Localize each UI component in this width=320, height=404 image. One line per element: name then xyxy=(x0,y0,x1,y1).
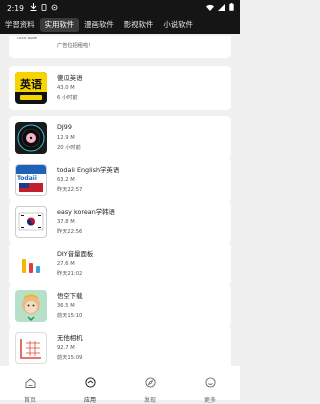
app-time: 20 小时前 xyxy=(57,145,81,151)
status-bar: 2:19 xyxy=(0,0,240,16)
tab-study[interactable]: 学習资料 xyxy=(0,18,40,32)
app-list-item[interactable]: DIY音量面板 27.6 M 昨天21:02 xyxy=(9,242,231,286)
app-time: 前天15:10 xyxy=(57,313,83,319)
app-size: 92.7 M xyxy=(57,345,75,351)
nav-more[interactable]: 更多 xyxy=(190,366,230,404)
app-name: todaii English学英语 xyxy=(57,166,120,174)
todaii-english-icon: Todaii xyxy=(15,164,47,196)
volume-bars-icon xyxy=(15,248,47,280)
camera-grid-icon xyxy=(15,332,47,364)
signal-icon xyxy=(218,3,225,13)
apps-icon xyxy=(84,373,96,392)
tab-video[interactable]: 影视软件 xyxy=(119,18,159,32)
profile-icon xyxy=(204,373,216,392)
app-size: 63.2 M xyxy=(57,177,75,183)
notification-icon xyxy=(41,3,47,13)
ad-text: 广告位招租啦！ xyxy=(57,43,94,49)
app-size: 37.8 M xyxy=(57,219,75,225)
tab-comics[interactable]: 漫画软件 xyxy=(79,18,119,32)
app-list-item[interactable]: 英语 傻瓜英语 43.0 M 6 小时前 xyxy=(9,66,231,110)
app-list-item[interactable]: Todaii todaii English学英语 63.2 M 昨天22:57 xyxy=(9,158,231,202)
download-icon xyxy=(30,3,37,13)
status-time: 2:19 xyxy=(7,3,24,13)
wukong-download-icon xyxy=(15,290,47,322)
app-name: 无他相机 xyxy=(57,334,83,342)
app-name: DJ99 xyxy=(57,123,72,131)
ad-logo: LOGO NAME xyxy=(17,36,38,40)
app-list-item[interactable]: easy korean学韩语 37.8 M 昨天22:56 xyxy=(9,200,231,244)
wifi-icon xyxy=(206,4,214,13)
dj-record-icon xyxy=(15,122,47,154)
app-time: 6 小时前 xyxy=(57,95,78,101)
sync-icon xyxy=(51,4,58,13)
app-name: DIY音量面板 xyxy=(57,250,94,258)
tab-novels[interactable]: 小说软件 xyxy=(158,18,198,32)
app-size: 36.5 M xyxy=(57,303,75,309)
app-list-item[interactable]: 无他相机 92.7 M 前天15:09 xyxy=(9,326,231,366)
home-icon xyxy=(25,373,36,392)
app-time: 昨天22:56 xyxy=(57,229,83,235)
category-tabs: 学習资料 实用软件 漫画软件 影视软件 小说软件 xyxy=(0,16,240,34)
app-size: 27.6 M xyxy=(57,261,75,267)
app-time: 昨天21:02 xyxy=(57,271,83,277)
app-name: easy korean学韩语 xyxy=(57,208,115,216)
app-name: 悟空下载 xyxy=(57,292,83,300)
bottom-nav: 首页 应用 发现 更多 xyxy=(0,366,240,404)
app-name: 傻瓜英语 xyxy=(57,74,83,82)
app-list-item[interactable]: 悟空下载 36.5 M 前天15:10 xyxy=(9,284,231,328)
app-size: 43.0 M xyxy=(57,85,75,91)
app-size: 12.9 M xyxy=(57,135,75,141)
nav-home[interactable]: 首页 xyxy=(10,366,50,404)
nav-apps[interactable]: 应用 xyxy=(70,366,110,404)
app-list[interactable]: LOGO NAME 广告位招租啦！ 英语 傻瓜英语 43.0 M 6 小时前 D… xyxy=(0,36,240,366)
battery-icon xyxy=(229,3,234,13)
app-time: 前天15:09 xyxy=(57,355,83,361)
korean-flag-icon xyxy=(15,206,47,238)
ad-card[interactable]: LOGO NAME 广告位招租啦！ xyxy=(9,36,231,58)
compass-icon xyxy=(144,373,156,392)
app-time: 昨天22:57 xyxy=(57,187,83,193)
tab-utilities[interactable]: 实用软件 xyxy=(39,18,80,32)
nav-discover[interactable]: 发现 xyxy=(130,366,170,404)
english-app-icon: 英语 xyxy=(15,72,47,104)
app-list-item[interactable]: DJ99 12.9 M 20 小时前 xyxy=(9,116,231,160)
